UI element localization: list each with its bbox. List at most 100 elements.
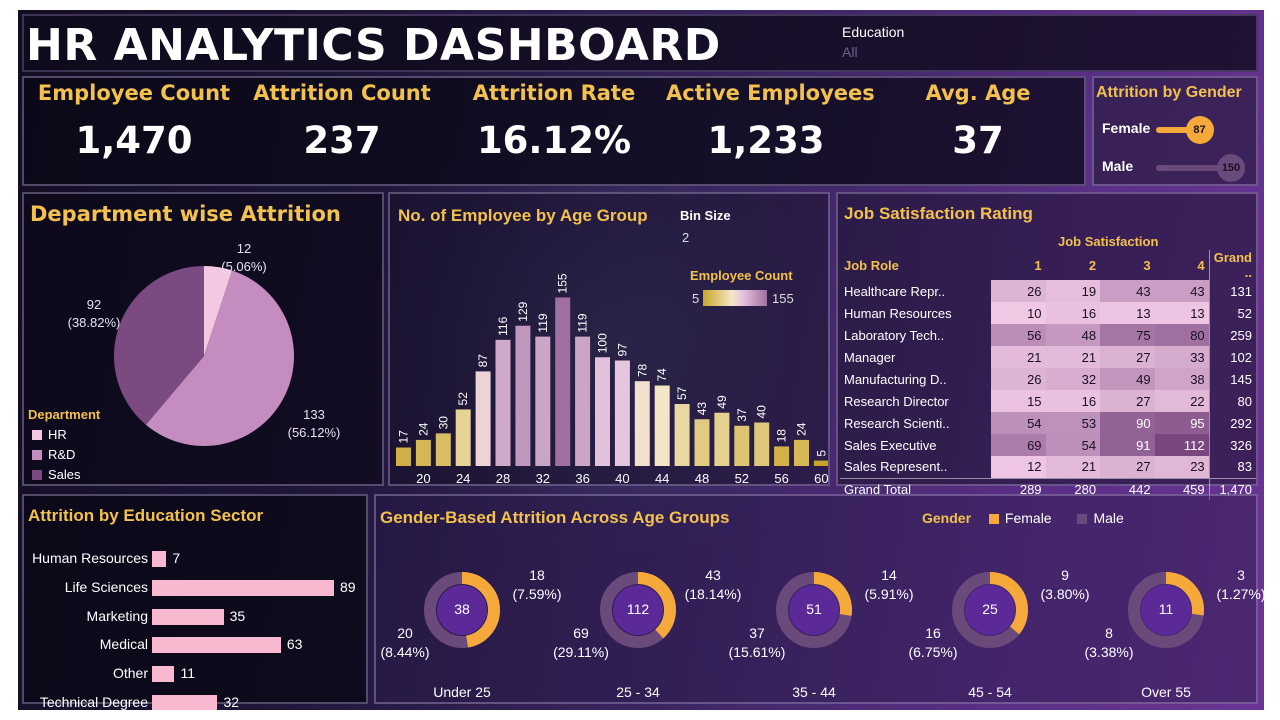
table-row[interactable]: Manager 21 21 27 33 102 xyxy=(840,346,1256,368)
heatmap-cell[interactable]: 27 xyxy=(1100,456,1155,478)
x-tick-label: 36 xyxy=(575,471,589,484)
heatmap-cell[interactable]: 13 xyxy=(1100,302,1155,324)
heatmap-cell[interactable]: 54 xyxy=(991,412,1046,434)
age-bar[interactable] xyxy=(555,297,571,466)
heatmap-cell[interactable]: 33 xyxy=(1154,346,1210,368)
column-header[interactable]: Job Role xyxy=(840,250,991,280)
age-bar[interactable] xyxy=(813,460,828,466)
education-category-label: Other xyxy=(112,665,148,682)
table-row[interactable]: Research Scienti.. 54 53 90 95 292 xyxy=(840,412,1256,434)
male-percent: (8.44%) xyxy=(380,644,430,660)
legend-item-sales[interactable]: Sales xyxy=(32,467,81,482)
female-value-dot[interactable]: 87 xyxy=(1185,116,1214,144)
heatmap-cell[interactable]: 49 xyxy=(1100,368,1155,390)
heatmap-cell[interactable]: 91 xyxy=(1100,434,1155,456)
education-bar[interactable] xyxy=(152,551,167,567)
heatmap-cell[interactable]: 22 xyxy=(1154,390,1210,412)
education-bar[interactable] xyxy=(152,579,334,596)
heatmap-cell[interactable]: 75 xyxy=(1100,324,1155,346)
age-bar[interactable] xyxy=(495,339,511,466)
heatmap-cell[interactable]: 10 xyxy=(991,302,1046,324)
heatmap-cell[interactable]: 38 xyxy=(1154,368,1210,390)
color-scale-legend xyxy=(703,290,767,306)
age-bar[interactable] xyxy=(415,439,431,466)
education-bar[interactable] xyxy=(152,637,281,654)
age-bar[interactable] xyxy=(674,404,690,466)
heatmap-cell[interactable]: 16 xyxy=(1045,390,1101,412)
page-title: HR ANALYTICS DASHBOARD xyxy=(26,20,721,71)
heatmap-cell[interactable]: 16 xyxy=(1045,302,1101,324)
age-bar[interactable] xyxy=(595,357,610,466)
heatmap-cell[interactable]: 80 xyxy=(1154,324,1210,346)
education-bar[interactable] xyxy=(152,608,224,625)
table-row[interactable]: Sales Executive 69 54 91 112 326 xyxy=(840,434,1256,456)
age-bar[interactable] xyxy=(634,381,650,466)
column-header[interactable]: 4 xyxy=(1155,250,1210,280)
table-row[interactable]: Healthcare Repr.. 26 19 43 43 131 xyxy=(840,280,1256,302)
heatmap-cell[interactable]: 26 xyxy=(991,280,1046,302)
age-bar[interactable] xyxy=(774,446,790,466)
heatmap-cell[interactable]: 27 xyxy=(1100,390,1155,412)
age-bar[interactable] xyxy=(475,371,491,466)
column-header[interactable]: 2 xyxy=(1046,250,1101,280)
heatmap-cell[interactable]: 56 xyxy=(991,324,1046,346)
heatmap-cell[interactable]: 21 xyxy=(991,346,1046,368)
heatmap-cell[interactable]: 43 xyxy=(1100,280,1155,302)
heatmap-cell[interactable]: 21 xyxy=(1045,346,1101,368)
age-bar[interactable] xyxy=(435,433,451,466)
age-bar[interactable] xyxy=(515,325,531,466)
heatmap-cell[interactable]: 95 xyxy=(1154,412,1210,434)
table-row[interactable]: Sales Represent.. 12 21 27 23 83 xyxy=(840,456,1256,478)
heatmap-cell[interactable]: 13 xyxy=(1154,302,1210,324)
heatmap-cell[interactable]: 19 xyxy=(1045,280,1101,302)
heatmap-cell[interactable]: 90 xyxy=(1100,412,1155,434)
age-bar[interactable] xyxy=(754,422,770,467)
education-filter-dropdown[interactable]: All xyxy=(842,44,858,60)
age-bar[interactable] xyxy=(396,447,411,466)
heatmap-cell[interactable]: 69 xyxy=(991,434,1046,456)
donut-total-label: 38 xyxy=(454,601,470,617)
table-row[interactable]: Research Director 15 16 27 22 80 xyxy=(840,390,1256,412)
legend-item-rd[interactable]: R&D xyxy=(32,447,75,462)
age-bar[interactable] xyxy=(694,419,710,466)
heatmap-cell[interactable]: 23 xyxy=(1154,456,1210,478)
heatmap-cell[interactable]: 27 xyxy=(1100,346,1155,368)
age-bar[interactable] xyxy=(734,425,750,466)
male-count: 37 xyxy=(749,625,765,641)
bar-value-label: 18 xyxy=(775,429,789,443)
column-header[interactable]: 1 xyxy=(991,250,1046,280)
age-bar[interactable] xyxy=(455,409,471,466)
table-row[interactable]: Human Resources 10 16 13 13 52 xyxy=(840,302,1256,324)
heatmap-cell[interactable]: 48 xyxy=(1045,324,1101,346)
table-row[interactable]: Laboratory Tech.. 56 48 75 80 259 xyxy=(840,324,1256,346)
heatmap-cell[interactable]: 43 xyxy=(1154,280,1210,302)
education-bar[interactable] xyxy=(152,666,175,683)
bin-size-input[interactable]: 2 xyxy=(682,230,689,245)
heatmap-cell[interactable]: 26 xyxy=(991,368,1046,390)
kpi-attrition-count: Attrition Count 237 xyxy=(242,78,442,162)
age-bar[interactable] xyxy=(575,336,591,466)
age-bar[interactable] xyxy=(714,412,730,466)
heatmap-cell[interactable]: 15 xyxy=(991,390,1046,412)
legend-item-hr[interactable]: HR xyxy=(32,427,67,442)
male-percent: (6.75%) xyxy=(908,644,958,660)
age-bar[interactable] xyxy=(654,385,670,466)
age-group-label: Under 25 xyxy=(433,684,491,700)
education-bar[interactable] xyxy=(152,695,218,710)
bar-value-label: 37 xyxy=(735,408,749,422)
heatmap-cell[interactable]: 112 xyxy=(1154,434,1210,456)
age-bar[interactable] xyxy=(794,439,809,466)
age-bar[interactable] xyxy=(535,336,551,466)
heatmap-cell[interactable]: 21 xyxy=(1045,456,1101,478)
kpi-panel: Employee Count 1,470 Attrition Count 237… xyxy=(22,76,1086,186)
heatmap-cell[interactable]: 32 xyxy=(1045,368,1101,390)
age-bar[interactable] xyxy=(614,360,630,466)
heatmap-cell[interactable]: 54 xyxy=(1045,434,1101,456)
table-row[interactable]: Manufacturing D.. 26 32 49 38 145 xyxy=(840,368,1256,390)
heatmap-cell[interactable]: 12 xyxy=(991,456,1046,478)
male-value-dot[interactable]: 150 xyxy=(1217,154,1245,182)
column-header[interactable]: 3 xyxy=(1100,250,1155,280)
kpi-label: Active Employees xyxy=(666,81,875,105)
heatmap-cell[interactable]: 53 xyxy=(1045,412,1101,434)
column-header[interactable]: Grand .. xyxy=(1208,250,1256,280)
